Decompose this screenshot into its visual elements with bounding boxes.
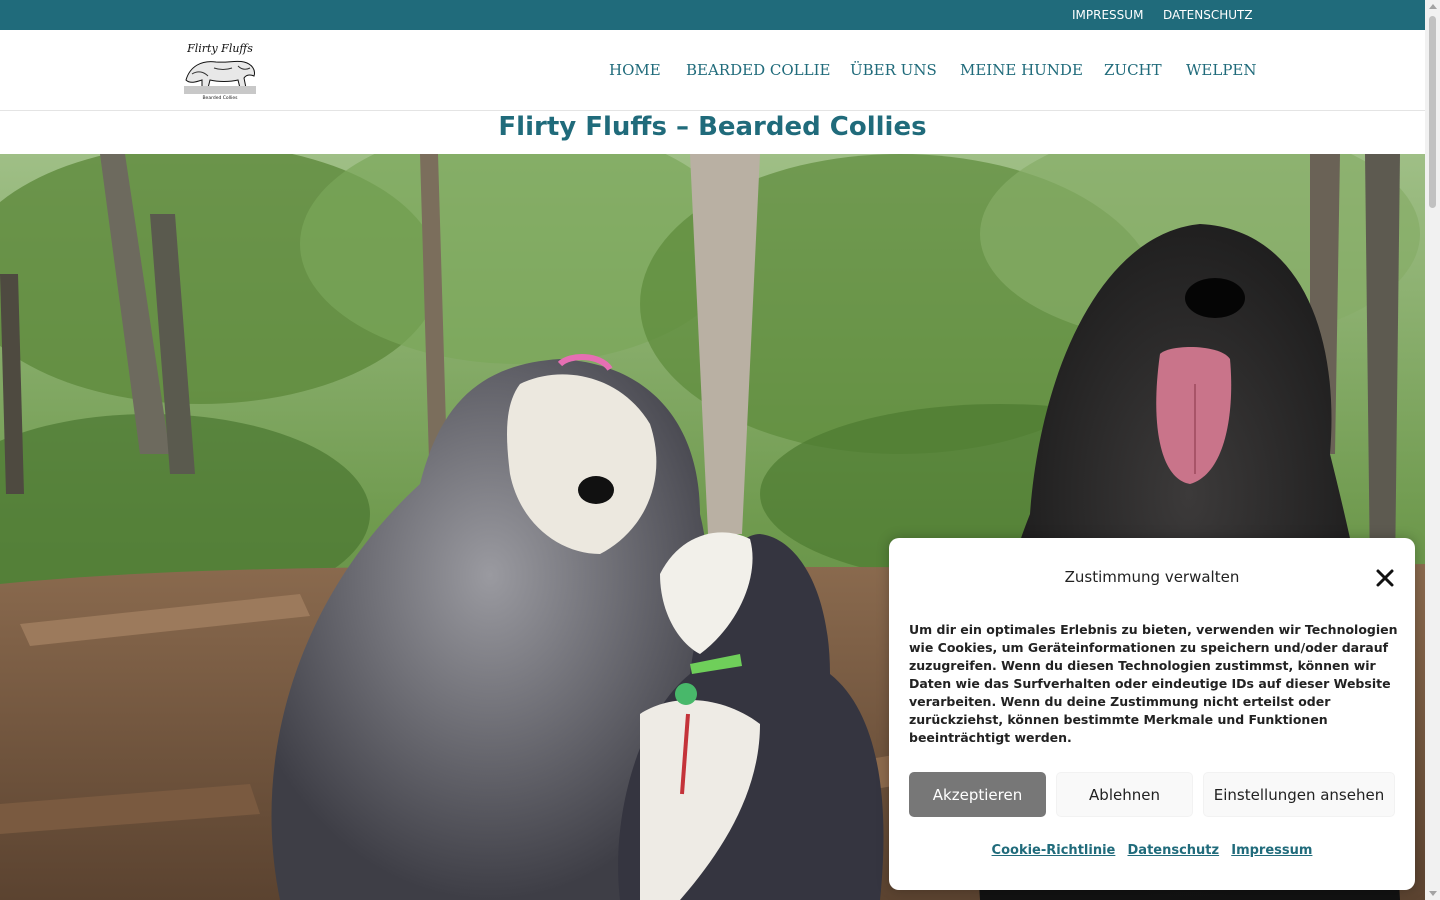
topbar-link-impressum[interactable]: IMPRESSUM — [1072, 8, 1143, 22]
cookie-dialog-title: Zustimmung verwalten — [1064, 568, 1240, 586]
deny-button[interactable]: Ablehnen — [1056, 772, 1193, 817]
privacy-link[interactable]: Datenschutz — [1128, 843, 1220, 858]
nav-zucht[interactable]: ZUCHT — [1104, 61, 1162, 79]
close-icon[interactable] — [1375, 568, 1395, 588]
dog-logo-icon: Flirty Fluffs Bearded Collies — [180, 40, 260, 102]
cookie-consent-dialog: Zustimmung verwalten Um dir ein optimale… — [889, 538, 1415, 890]
nav-ueber-uns[interactable]: ÜBER UNS — [850, 61, 937, 79]
cookie-dialog-text: Um dir ein optimales Erlebnis zu bieten,… — [909, 622, 1398, 745]
scrollbar-thumb[interactable] — [1429, 16, 1436, 208]
nav-meine-hunde[interactable]: MEINE HUNDE — [960, 61, 1083, 79]
page-scrollbar[interactable] — [1425, 0, 1440, 900]
nav-home[interactable]: HOME — [609, 61, 661, 79]
accept-button[interactable]: Akzeptieren — [909, 772, 1046, 817]
topbar-link-datenschutz[interactable]: DATENSCHUTZ — [1163, 8, 1253, 22]
nav-welpen[interactable]: WELPEN — [1186, 61, 1257, 79]
site-logo[interactable]: Flirty Fluffs Bearded Collies — [180, 40, 260, 102]
scroll-down-arrow-icon[interactable] — [1429, 891, 1437, 896]
cookie-dialog-links: Cookie-Richtlinie Datenschutz Impressum — [889, 843, 1415, 858]
cookie-policy-link[interactable]: Cookie-Richtlinie — [992, 843, 1116, 858]
imprint-link[interactable]: Impressum — [1231, 843, 1312, 858]
logo-text: Flirty Fluffs — [186, 42, 253, 55]
scroll-up-arrow-icon[interactable] — [1429, 4, 1437, 9]
page-title: Flirty Fluffs – Bearded Collies — [498, 112, 927, 142]
logo-subtext: Bearded Collies — [202, 95, 238, 101]
view-preferences-button[interactable]: Einstellungen ansehen — [1203, 772, 1395, 817]
top-bar: IMPRESSUM DATENSCHUTZ — [0, 0, 1425, 30]
nav-bearded-collie[interactable]: BEARDED COLLIE — [686, 61, 830, 79]
site-header: Flirty Fluffs Bearded Collies HOME BEARD… — [0, 30, 1425, 111]
